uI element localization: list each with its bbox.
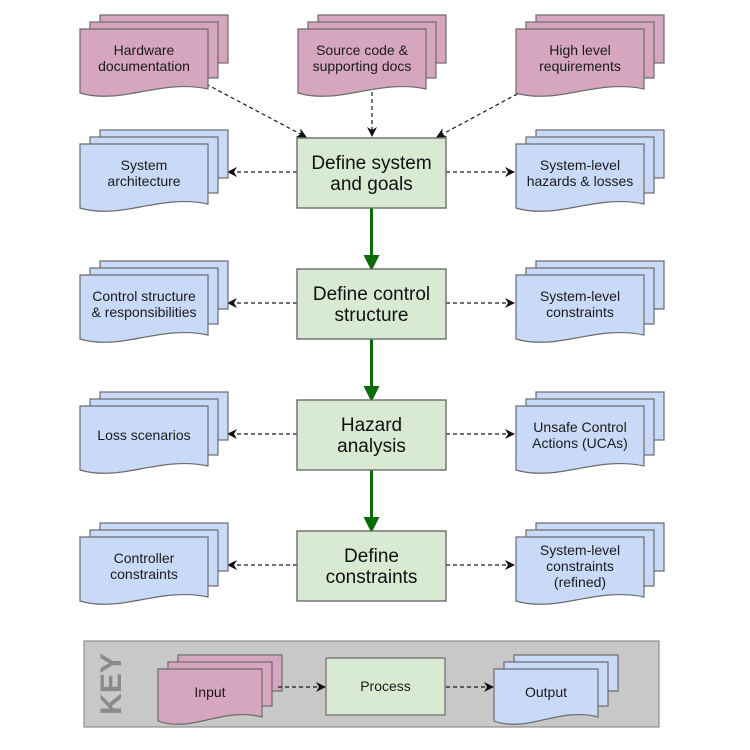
input-document-source-code-supporting-docs: Source code &supporting docs <box>297 14 447 97</box>
document-label-line: Control structure <box>92 288 196 304</box>
process-label-line: Define <box>344 546 399 567</box>
document-label-line: Output <box>525 684 567 700</box>
process-label-line: Define system <box>311 153 431 174</box>
process-define-control-structure: Define controlstructure <box>296 268 447 340</box>
input-document-high-level-requirements: High levelrequirements <box>515 14 665 97</box>
key-process-label: Process <box>360 678 411 694</box>
process-label-line: Hazard <box>341 415 402 436</box>
process-label-line: Define control <box>313 284 430 305</box>
document-label-line: Input <box>194 684 225 700</box>
document-label-line: Controller <box>114 550 175 566</box>
process-label-line: and goals <box>330 174 412 195</box>
document-label-line: constraints <box>546 558 614 574</box>
document-label-line: System-level <box>540 542 620 558</box>
document-label-line: Source code & <box>316 42 408 58</box>
process-define-constraints: Defineconstraints <box>296 530 447 602</box>
output-document-loss-scenarios: Loss scenarios <box>79 391 229 474</box>
document-label-line: Hardware <box>114 42 175 58</box>
process-define-system-and-goals: Define systemand goals <box>296 137 447 209</box>
key-title: KEY <box>95 653 128 715</box>
output-document-controller-constraints: Controllerconstraints <box>79 522 229 605</box>
document-label-line: supporting docs <box>313 58 412 74</box>
document-label-line: System <box>121 157 168 173</box>
process-hazard-analysis: Hazardanalysis <box>296 399 447 471</box>
document-label-line: architecture <box>107 173 180 189</box>
process-label-line: analysis <box>337 436 406 457</box>
input-document-hardware-documentation: Hardwaredocumentation <box>79 14 229 97</box>
key-items: Input Process Output <box>157 654 619 725</box>
document-label-line: hazards & losses <box>527 173 634 189</box>
output-document-unsafe-control-actions: Unsafe ControlActions (UCAs) <box>515 391 665 474</box>
document-label-line: Actions (UCAs) <box>532 435 628 451</box>
output-document-system-level-constraints-refined: System-levelconstraints(refined) <box>515 522 665 605</box>
process-label-line: structure <box>335 305 409 326</box>
document-label-line: requirements <box>539 58 621 74</box>
document-label-line: Loss scenarios <box>97 427 190 443</box>
output-document-system-architecture: Systemarchitecture <box>79 129 229 212</box>
document-label-line: & responsibilities <box>91 304 196 320</box>
output-document-system-level-hazards-losses: System-levelhazards & losses <box>515 129 665 212</box>
stpa-process-diagram: Hardwaredocumentation Source code &suppor… <box>79 14 665 728</box>
document-label-line: constraints <box>110 566 178 582</box>
arrow-hardware-to-define-system <box>205 83 307 138</box>
document-label-line: Unsafe Control <box>533 419 626 435</box>
document-label-line: constraints <box>546 304 614 320</box>
output-document-control-structure-responsibilities: Control structure& responsibilities <box>79 260 229 343</box>
document-label-line: System-level <box>540 157 620 173</box>
document-label-line: (refined) <box>554 574 606 590</box>
document-label-line: documentation <box>98 58 190 74</box>
process-label-line: constraints <box>326 567 418 588</box>
document-label-line: System-level <box>540 288 620 304</box>
output-document-system-level-constraints: System-levelconstraints <box>515 260 665 343</box>
document-label-line: High level <box>549 42 610 58</box>
